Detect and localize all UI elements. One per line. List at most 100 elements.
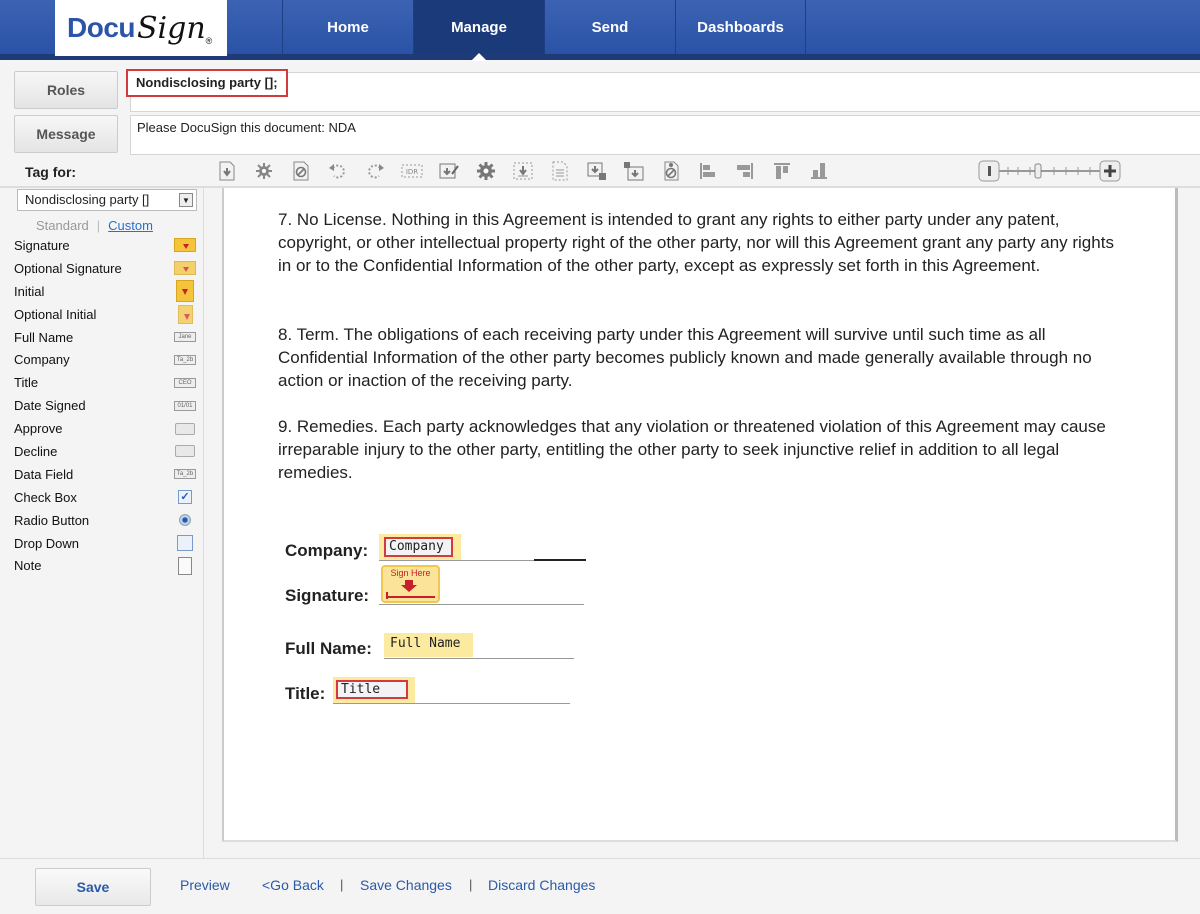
radio-tag-icon xyxy=(174,512,196,528)
sign-here-label: Sign Here xyxy=(390,568,431,578)
date-signed-tag-icon: 01/01 xyxy=(174,398,196,414)
company-tag-icon: Ta_2b xyxy=(174,352,196,368)
gear-icon[interactable] xyxy=(467,158,504,184)
optional-signature-tag-icon xyxy=(174,260,196,276)
tag-item-approve[interactable]: Approve xyxy=(14,417,196,440)
align-left-icon[interactable] xyxy=(689,158,726,184)
party-select-value: Nondisclosing party [] xyxy=(25,192,150,207)
preview-link[interactable]: Preview xyxy=(180,877,230,893)
party-select[interactable]: Nondisclosing party [] ▼ xyxy=(17,189,197,211)
docusign-logo[interactable]: Docu Sign ® xyxy=(55,0,227,56)
id-tag-icon[interactable]: IDR xyxy=(393,158,430,184)
optional-initial-tag-icon xyxy=(174,304,196,324)
tag-item-signature[interactable]: Signature xyxy=(14,234,196,257)
message-field[interactable]: Please DocuSign this document: NDA xyxy=(130,115,1200,155)
nav-manage[interactable]: Manage xyxy=(413,0,544,61)
company-tag-field[interactable]: Company xyxy=(384,537,453,557)
title-tag-icon: CEO xyxy=(174,375,196,391)
checkbox-tag-icon: ✓ xyxy=(174,489,196,505)
move-icon[interactable] xyxy=(615,158,652,184)
dashed-download-icon[interactable] xyxy=(504,158,541,184)
tag-label: Full Name xyxy=(14,329,74,345)
tag-item-company[interactable]: Company Ta_2b xyxy=(14,348,196,371)
tag-label: Drop Down xyxy=(14,535,80,551)
tag-tabs: Standard | Custom xyxy=(36,218,153,233)
tag-label: Data Field xyxy=(14,466,74,482)
tag-label: Initial xyxy=(14,283,45,299)
zoom-slider-thumb xyxy=(1034,163,1042,179)
chevron-down-icon[interactable]: ▼ xyxy=(179,193,193,207)
nav-home[interactable]: Home xyxy=(282,0,413,54)
decline-tag-icon xyxy=(174,443,196,459)
full-name-underline xyxy=(384,658,574,659)
roles-field[interactable] xyxy=(130,72,1200,112)
paragraph-remedies: 9. Remedies. Each party acknowledges tha… xyxy=(278,417,1106,482)
main-nav: Home Manage Send Dashboards xyxy=(282,0,806,61)
signature-label: Signature: xyxy=(285,586,370,605)
nav-send[interactable]: Send xyxy=(544,0,675,54)
dashed-document-icon[interactable] xyxy=(541,158,578,184)
tag-label: Company xyxy=(14,352,70,368)
tag-item-full-name[interactable]: Full Name Jane xyxy=(14,326,196,349)
tag-item-initial[interactable]: Initial xyxy=(14,280,196,303)
full-name-label: Full Name: xyxy=(285,639,372,658)
zoom-slider[interactable] xyxy=(978,160,1122,182)
tag-item-check-box[interactable]: Check Box ✓ xyxy=(14,486,196,509)
redo-icon[interactable] xyxy=(356,158,393,184)
tag-item-note[interactable]: Note xyxy=(14,554,196,577)
tag-item-optional-signature[interactable]: Optional Signature xyxy=(14,257,196,280)
undo-icon[interactable] xyxy=(319,158,356,184)
title-underline xyxy=(333,703,570,704)
full-name-tag-icon: Jane xyxy=(174,329,196,345)
dropdown-tag-icon xyxy=(174,535,196,552)
save-changes-link[interactable]: Save Changes xyxy=(360,877,452,893)
discard-changes-link[interactable]: Discard Changes xyxy=(488,877,595,893)
edit-sign-icon[interactable] xyxy=(430,158,467,184)
align-top-icon[interactable] xyxy=(763,158,800,184)
message-button[interactable]: Message xyxy=(14,115,118,153)
footer-separator: | xyxy=(469,877,473,892)
note-tag-icon xyxy=(174,556,196,575)
go-back-link[interactable]: <Go Back xyxy=(262,877,324,893)
tag-label: Date Signed xyxy=(14,398,86,414)
tab-standard[interactable]: Standard xyxy=(36,218,89,233)
tag-item-date-signed[interactable]: Date Signed 01/01 xyxy=(14,394,196,417)
tag-label: Radio Button xyxy=(14,512,90,528)
nav-dashboards[interactable]: Dashboards xyxy=(675,0,806,54)
tag-list: Signature Optional Signature Initial Opt… xyxy=(14,234,196,577)
tag-item-decline[interactable]: Decline xyxy=(14,440,196,463)
paragraph-no-license: 7. No License. Nothing in this Agreement… xyxy=(278,210,1114,275)
tab-custom[interactable]: Custom xyxy=(108,218,153,233)
download-icon[interactable] xyxy=(208,158,245,184)
tag-label: Note xyxy=(14,558,42,574)
tag-item-title[interactable]: Title CEO xyxy=(14,371,196,394)
approve-tag-icon xyxy=(174,421,196,437)
initial-tag-icon xyxy=(174,280,196,303)
document-page[interactable] xyxy=(222,188,1178,842)
align-right-icon[interactable] xyxy=(726,158,763,184)
tag-label: Approve xyxy=(14,421,63,437)
tag-label: Title xyxy=(14,375,39,391)
full-name-tag-field[interactable]: Full Name xyxy=(390,636,460,651)
data-field-tag-icon: Ta_2b xyxy=(174,466,196,482)
settings-burst-icon[interactable] xyxy=(245,158,282,184)
logo-sign-text: Sign xyxy=(137,10,206,46)
sign-here-tag[interactable]: Sign Here xyxy=(381,565,440,603)
tag-item-radio-button[interactable]: Radio Button xyxy=(14,509,196,532)
toolbar: IDR xyxy=(208,156,837,186)
align-bottom-icon[interactable] xyxy=(800,158,837,184)
block-copy-icon[interactable] xyxy=(652,158,689,184)
tag-item-drop-down[interactable]: Drop Down xyxy=(14,532,196,555)
save-button[interactable]: Save xyxy=(35,868,151,906)
tag-item-data-field[interactable]: Data Field Ta_2b xyxy=(14,463,196,486)
footer-separator: | xyxy=(340,877,344,892)
roles-button[interactable]: Roles xyxy=(14,71,118,109)
company-underline-dark xyxy=(534,559,586,561)
copy-down-icon[interactable] xyxy=(578,158,615,184)
block-icon[interactable] xyxy=(282,158,319,184)
title-tag-field[interactable]: Title xyxy=(336,680,408,699)
signature-underline xyxy=(379,604,584,605)
roles-chip[interactable]: Nondisclosing party []; xyxy=(126,69,288,97)
tag-label: Decline xyxy=(14,443,58,459)
tag-item-optional-initial[interactable]: Optional Initial xyxy=(14,303,196,326)
